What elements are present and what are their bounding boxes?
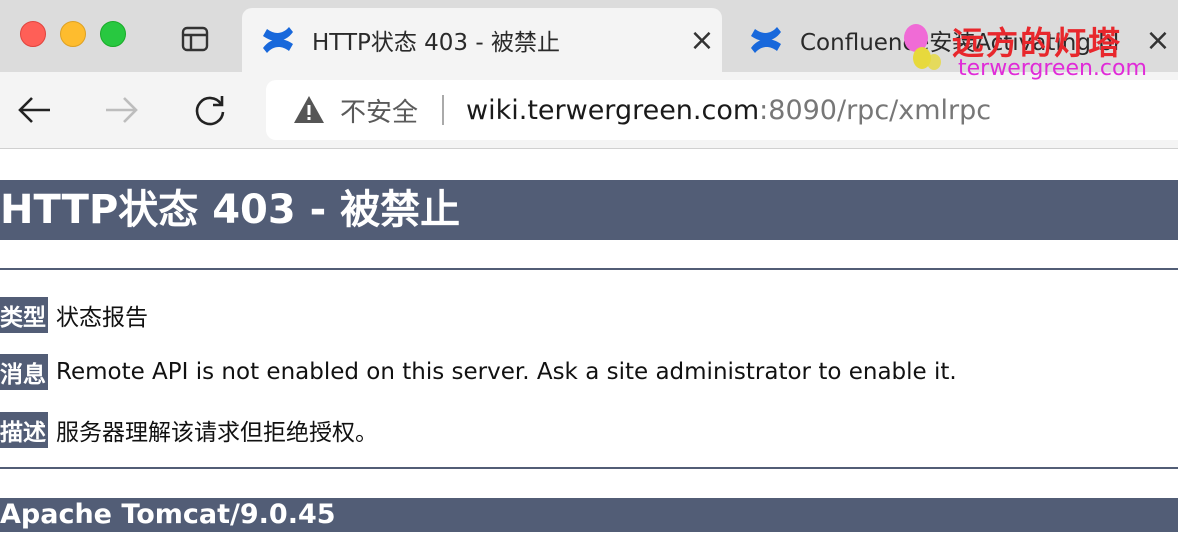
message-row: 消息 Remote API is not enabled on this ser… bbox=[0, 354, 957, 390]
type-label: 类型 bbox=[0, 297, 48, 333]
description-row: 描述 服务器理解该请求但拒绝授权。 bbox=[0, 412, 378, 448]
butterfly-logo-icon bbox=[904, 24, 941, 70]
url-path: :8090/rpc/xmlrpc bbox=[759, 94, 992, 126]
back-arrow-icon[interactable] bbox=[14, 90, 54, 130]
description-label: 描述 bbox=[0, 412, 48, 448]
page-content: HTTP状态 403 - 被禁止 类型 状态报告 消息 Remote API i… bbox=[0, 149, 1178, 560]
confluence-icon bbox=[263, 27, 293, 53]
warning-icon bbox=[294, 96, 324, 123]
divider bbox=[0, 467, 1178, 469]
address-bar[interactable]: 不安全 wiki.terwergreen.com :8090/rpc/xmlrp… bbox=[266, 80, 1178, 140]
window-maximize-button[interactable] bbox=[100, 21, 126, 47]
reload-icon[interactable] bbox=[190, 90, 230, 130]
window-minimize-button[interactable] bbox=[60, 21, 86, 47]
forward-arrow-icon[interactable] bbox=[102, 90, 142, 130]
confluence-icon bbox=[751, 27, 781, 53]
message-label: 消息 bbox=[0, 354, 48, 390]
sidebar-toggle-icon[interactable] bbox=[180, 24, 210, 54]
browser-toolbar: 不安全 wiki.terwergreen.com :8090/rpc/xmlrp… bbox=[0, 72, 1178, 149]
type-value: 状态报告 bbox=[56, 305, 148, 331]
address-divider bbox=[442, 95, 445, 125]
security-status-label: 不安全 bbox=[340, 97, 419, 128]
description-value: 服务器理解该请求但拒绝授权。 bbox=[56, 420, 378, 446]
url-host: wiki.terwergreen.com bbox=[466, 94, 760, 126]
message-value: Remote API is not enabled on this server… bbox=[56, 359, 957, 385]
tab-title: HTTP状态 403 - 被禁止 bbox=[312, 30, 560, 56]
watermark-text-en: terwergreen.com bbox=[958, 56, 1147, 81]
watermark: 远方的灯塔 terwergreen.com bbox=[900, 18, 1170, 81]
divider bbox=[0, 268, 1178, 270]
server-footer: Apache Tomcat/9.0.45 bbox=[0, 498, 1178, 532]
tab-close-button[interactable]: × bbox=[682, 23, 722, 58]
type-row: 类型 状态报告 bbox=[0, 297, 148, 333]
page-title: HTTP状态 403 - 被禁止 bbox=[0, 180, 1178, 240]
window-close-button[interactable] bbox=[20, 21, 46, 47]
tab-http-403[interactable]: HTTP状态 403 - 被禁止 × bbox=[242, 8, 722, 72]
